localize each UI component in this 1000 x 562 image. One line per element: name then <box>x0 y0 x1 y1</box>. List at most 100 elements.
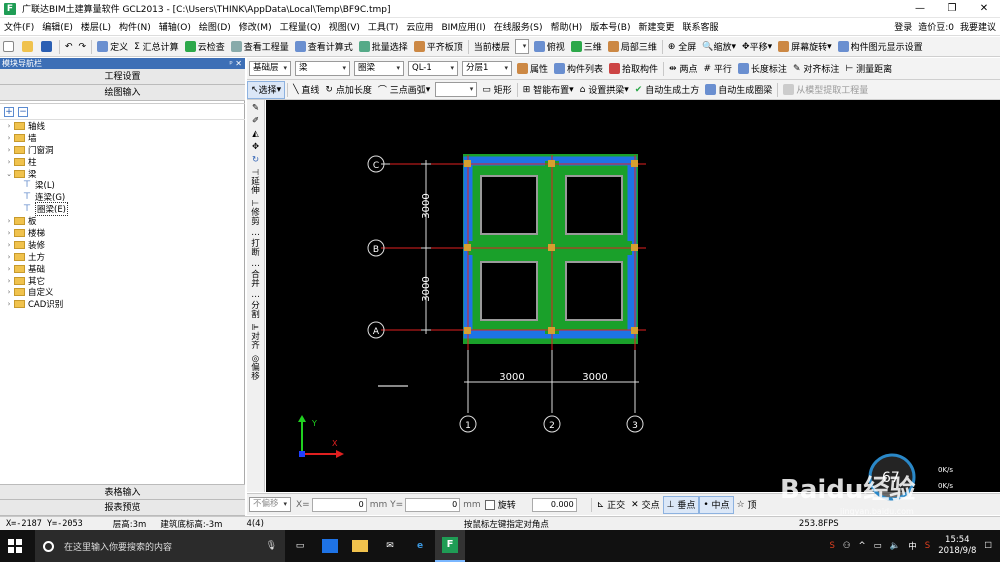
tree-node[interactable]: › 墙 <box>0 132 245 144</box>
chevron-right-icon[interactable]: › <box>4 122 14 130</box>
fullscreen-button[interactable]: ⊕ 全屏 <box>665 38 699 56</box>
smart-layout-button[interactable]: ⊞ 智能布置 ▾ <box>520 81 577 99</box>
mirror-icon[interactable]: ◭ <box>249 130 263 139</box>
network-icon[interactable]: ▭ <box>874 541 882 551</box>
parallel-button[interactable]: # 平行 <box>700 60 734 78</box>
tree-node[interactable]: › 轴线 <box>0 120 245 132</box>
auto-ringbeam-button[interactable]: 自动生成圈梁 <box>702 81 775 99</box>
menu-file[interactable]: 文件(F) <box>0 20 38 33</box>
tree-node[interactable]: › CAD识别 <box>0 298 245 310</box>
current-floor-button[interactable]: 当前楼层 <box>471 38 513 56</box>
tree-node[interactable]: › 楼梯 <box>0 227 245 239</box>
trim-tool[interactable]: ⊢ 修剪 <box>249 200 263 227</box>
report-preview-button[interactable]: 报表预览 <box>0 500 245 516</box>
suggest-button[interactable]: 我要建议 <box>960 20 996 33</box>
measure-distance-button[interactable]: ⊢ 测量距离 <box>842 60 895 78</box>
chevron-right-icon[interactable]: › <box>4 288 14 296</box>
view-formula-button[interactable]: 查看计算式 <box>292 38 356 56</box>
chevron-right-icon[interactable]: › <box>4 229 14 237</box>
minimize-button[interactable]: — <box>904 0 936 18</box>
delete-icon[interactable]: ✐ <box>249 117 263 126</box>
nav-pin-close[interactable]: ᵖ ✕ <box>229 58 245 69</box>
tree-node[interactable]: › 柱 <box>0 156 245 168</box>
rotate-angle-input[interactable]: 0.000 <box>531 497 577 512</box>
tray-app-icon[interactable]: S <box>829 541 834 551</box>
display-settings-button[interactable]: 构件图元显示设置 <box>835 38 926 56</box>
menu-tools[interactable]: 工具(T) <box>364 20 403 33</box>
component-list-button[interactable]: 构件列表 <box>551 60 606 78</box>
tree-node[interactable]: ⌄ 梁 <box>0 168 245 180</box>
ime-app-icon[interactable]: S <box>925 541 930 551</box>
align-slab-button[interactable]: 平齐板顶 <box>411 38 466 56</box>
type-select[interactable]: 圈梁 ▾ <box>354 61 404 76</box>
set-arch-beam-button[interactable]: ⌂ 设置拱梁 ▾ <box>577 81 632 99</box>
chevron-up-icon[interactable]: ^ <box>859 541 866 551</box>
sum-calc-button[interactable]: Σ 汇总计算 <box>131 38 182 56</box>
select-button[interactable]: ↖ 选择 ▾ <box>247 80 286 99</box>
align-dim-button[interactable]: ✎ 对齐标注 <box>790 60 842 78</box>
break-tool[interactable]: ⋯ 打断 <box>249 231 263 258</box>
rotate-checkbox[interactable] <box>484 499 495 510</box>
chevron-right-icon[interactable]: › <box>4 241 14 249</box>
file-explorer-icon[interactable] <box>345 530 375 562</box>
3d-view-button[interactable]: 三维 <box>568 38 605 56</box>
layer-select[interactable]: 分层1 ▾ <box>462 61 512 76</box>
tree-node[interactable]: ⊤ 圈梁(E) <box>0 202 245 217</box>
ime-indicator[interactable]: 中 <box>908 540 917 552</box>
menu-view[interactable]: 视图(V) <box>325 20 364 33</box>
plan-view-button[interactable]: 俯视 <box>531 38 568 56</box>
split-tool[interactable]: ⋯ 分割 <box>249 293 263 320</box>
tree-node[interactable]: › 装修 <box>0 239 245 251</box>
menu-quantity[interactable]: 工程量(Q) <box>276 20 325 33</box>
menu-bim[interactable]: BIM应用(I) <box>437 20 489 33</box>
login-button[interactable]: 登录 <box>894 20 912 33</box>
component-select[interactable]: QL-1 ▾ <box>408 61 458 76</box>
extract-quantity-button[interactable]: 从模型提取工程量 <box>780 81 871 99</box>
length-dim-button[interactable]: 长度标注 <box>735 60 790 78</box>
top-snap-button[interactable]: ☆ 顶 <box>734 496 760 514</box>
tree-node[interactable]: › 基础 <box>0 263 245 275</box>
two-point-button[interactable]: ⇹ 两点 <box>666 60 700 78</box>
drawing-canvas[interactable]: 3000 3000 3000 3000 C B A 1 2 3 Y X <box>266 100 1000 492</box>
view-quantity-button[interactable]: 查看工程量 <box>228 38 292 56</box>
notifications-icon[interactable]: ☐ <box>984 541 992 551</box>
rotate-screen-button[interactable]: 屏幕旋转 ▾ <box>775 38 835 56</box>
pan-button[interactable]: ✥ 平移 ▾ <box>739 38 775 56</box>
ortho-button[interactable]: ⊾ 正交 <box>594 496 628 514</box>
menu-new-change[interactable]: 新建变更 <box>634 20 678 33</box>
drawing-input-button[interactable]: 绘图输入 <box>0 85 245 101</box>
chevron-right-icon[interactable]: › <box>4 277 14 285</box>
y-input[interactable]: 0 <box>405 497 461 512</box>
menu-cloud[interactable]: 云应用 <box>402 20 437 33</box>
tree-node[interactable]: › 门窗洞 <box>0 144 245 156</box>
arc-option-select[interactable]: ▾ <box>435 82 478 97</box>
zoom-button[interactable]: 🔍 缩放 ▾ <box>699 38 739 56</box>
chevron-right-icon[interactable]: › <box>4 158 14 166</box>
offset-tool[interactable]: ◎ 偏移 <box>249 355 263 382</box>
chevron-right-icon[interactable]: › <box>4 300 14 308</box>
batch-select-button[interactable]: 批量选择 <box>356 38 411 56</box>
chevron-right-icon[interactable]: › <box>4 253 14 261</box>
floor-select[interactable]: 基础层 ▾ <box>249 61 291 76</box>
brush-icon[interactable]: ✎ <box>249 104 263 113</box>
chevron-right-icon[interactable]: › <box>4 146 14 154</box>
merge-tool[interactable]: ⋯ 合并 <box>249 262 263 289</box>
rect-button[interactable]: ▭ 矩形 <box>479 81 514 99</box>
auto-earthwork-button[interactable]: ✔ 自动生成土方 <box>632 81 702 99</box>
system-clock[interactable]: 15:54 2018/9/8 <box>938 535 976 557</box>
tree-node[interactable]: ⊤ 梁(L) <box>0 179 245 191</box>
rotate-icon[interactable]: ↻ <box>249 156 263 165</box>
chevron-right-icon[interactable]: › <box>4 134 14 142</box>
x-input[interactable]: 0 <box>311 497 367 512</box>
taskbar-app-blue-icon[interactable] <box>315 530 345 562</box>
menu-component[interactable]: 构件(N) <box>115 20 155 33</box>
point-length-button[interactable]: ↻ 点加长度 <box>322 81 374 99</box>
new-file-icon[interactable] <box>0 38 19 56</box>
open-file-icon[interactable] <box>19 38 38 56</box>
menu-online[interactable]: 在线服务(S) <box>490 20 547 33</box>
menu-help[interactable]: 帮助(H) <box>546 20 586 33</box>
menu-version[interactable]: 版本号(B) <box>586 20 634 33</box>
save-icon[interactable] <box>38 38 57 56</box>
undo-icon[interactable]: ↶ <box>62 38 76 56</box>
tree-node[interactable]: › 其它 <box>0 275 245 287</box>
